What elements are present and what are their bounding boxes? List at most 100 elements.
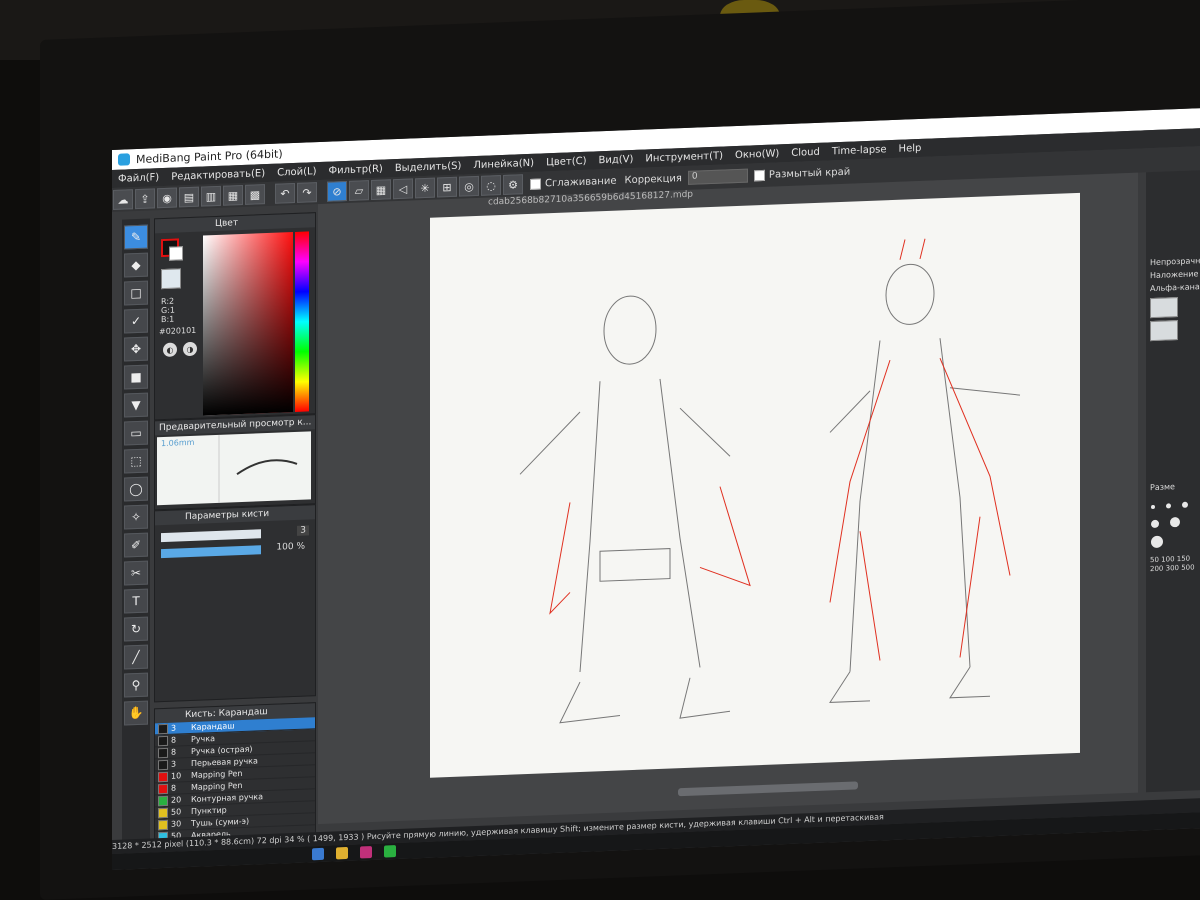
new-file-icon[interactable]: ▤ (179, 186, 199, 208)
snap-cross-icon[interactable]: ▦ (371, 179, 391, 201)
divide-tool-icon[interactable]: ╱ (124, 644, 148, 670)
hand-tool-icon[interactable]: ✋ (124, 700, 148, 726)
brush-preview-area: 1.06mm (157, 431, 311, 506)
edge-icon[interactable] (312, 847, 324, 861)
canvas-horizontal-scrollbar[interactable] (678, 781, 858, 797)
text-tool-icon[interactable]: T (124, 588, 148, 614)
palette-icon[interactable]: ◐ (163, 342, 177, 358)
medibang-icon[interactable] (360, 846, 372, 859)
size-dot[interactable] (1151, 504, 1155, 510)
rgb-readout: R:2 G:1 B:1 (161, 297, 175, 325)
upload-icon[interactable]: ⇪ (135, 188, 155, 210)
folder-icon[interactable] (336, 846, 348, 860)
brush-tool-icon[interactable]: ✎ (124, 224, 148, 250)
eyedropper-tool-icon[interactable]: ⚲ (124, 672, 148, 698)
size-value: 100 (1161, 555, 1175, 564)
snap-vanish-icon[interactable]: ◁ (393, 178, 413, 200)
hue-slider[interactable] (295, 231, 309, 412)
redo-icon[interactable]: ↷ (297, 182, 317, 203)
background-swatch[interactable] (169, 246, 183, 261)
brush-size-value[interactable]: 3 (297, 525, 309, 536)
operation-tool-icon[interactable]: ↻ (124, 616, 148, 642)
gradient-tool-icon[interactable]: ▭ (124, 420, 148, 446)
size-dot[interactable] (1151, 535, 1163, 549)
cloud-icon[interactable]: ☁ (113, 189, 133, 210)
menu-color[interactable]: Цвет(C) (540, 155, 592, 168)
eraser-tool-icon[interactable]: ◆ (124, 252, 148, 278)
right-panel: Непрозрачн Наложение Альфа-кана Разме 50… (1146, 169, 1200, 793)
window-title: MediBang Paint Pro (64bit) (136, 146, 283, 166)
brush-name: Контурная ручка (191, 792, 264, 804)
cursor-coords: ( 1499, 1933 ) (307, 832, 365, 844)
brush-name: Mapping Pen (191, 780, 243, 792)
pen-tool-icon[interactable]: ✓ (124, 308, 148, 334)
menu-window[interactable]: Окно(W) (729, 148, 785, 161)
layer-thumbnail[interactable] (1150, 297, 1178, 319)
save-file-icon[interactable]: ▦ (223, 184, 243, 206)
snap-circle-icon[interactable]: ◎ (459, 175, 479, 197)
brush-color-swatch (158, 735, 168, 746)
brush-color-swatch (158, 747, 168, 758)
select-rect-tool-icon[interactable]: ⬚ (124, 448, 148, 474)
menu-ruler[interactable]: Линейка(N) (467, 157, 540, 171)
menu-layer[interactable]: Слой(L) (271, 165, 322, 179)
antialias-checkbox[interactable] (530, 178, 541, 190)
grid-icon[interactable]: ▩ (245, 184, 265, 205)
brush-size-slider[interactable] (161, 529, 261, 543)
snap-parallel-icon[interactable]: ▱ (349, 180, 369, 201)
menu-view[interactable]: Вид(V) (593, 153, 640, 166)
brush-color-swatch (158, 759, 168, 770)
lasso-tool-icon[interactable]: ◯ (124, 476, 148, 502)
brush-color-swatch (158, 723, 168, 734)
brush-stroke-preview (218, 434, 298, 503)
brush-color-swatch (158, 819, 168, 830)
menu-select[interactable]: Выделить(S) (389, 160, 468, 174)
menu-timelapse[interactable]: Time-lapse (826, 144, 893, 158)
size-value: 300 (1165, 564, 1179, 573)
undo-icon[interactable]: ↶ (275, 182, 295, 204)
size-dot[interactable] (1151, 519, 1159, 529)
saturation-value-picker[interactable] (203, 232, 293, 416)
snap-radial-icon[interactable]: ✳ (415, 177, 435, 199)
brush-name: Mapping Pen (191, 768, 243, 780)
app-green-icon[interactable] (384, 845, 396, 858)
menu-tool[interactable]: Инструмент(T) (639, 150, 729, 164)
transparent-swatch[interactable] (161, 268, 181, 290)
open-file-icon[interactable]: ▥ (201, 185, 221, 207)
menu-file[interactable]: Файл(F) (112, 171, 165, 185)
snap-curve-icon[interactable]: ◌ (481, 175, 501, 196)
eyedropper-mini-icon[interactable]: ◑ (183, 341, 197, 357)
size-dot[interactable] (1170, 516, 1181, 528)
snap-grid-icon[interactable]: ⊞ (437, 176, 457, 198)
select-pen-tool-icon[interactable]: ✐ (124, 532, 148, 558)
move-tool-icon[interactable]: ✥ (124, 336, 148, 362)
magic-wand-tool-icon[interactable]: ✧ (124, 504, 148, 530)
size-value: 500 (1181, 563, 1195, 572)
brush-preview-panel: Предварительный просмотр к... 1.06mm (154, 414, 316, 511)
fill-tool-icon[interactable]: ▼ (124, 392, 148, 418)
antialias-label: Сглаживание (545, 175, 617, 189)
brush-opacity-slider[interactable] (161, 545, 261, 559)
comment-icon[interactable]: ◉ (157, 187, 177, 209)
menu-edit[interactable]: Редактировать(E) (165, 167, 271, 183)
brush-params-panel: Параметры кисти 3 100 % (154, 504, 316, 703)
size-dot[interactable] (1166, 503, 1172, 509)
canvas-physical-size: (110.3 * 88.6cm) (185, 836, 255, 849)
snap-settings-icon[interactable]: ⚙ (503, 174, 523, 195)
blur-edge-checkbox[interactable] (753, 169, 765, 181)
size-dot[interactable] (1182, 501, 1189, 508)
brush-opacity-value: 100 % (276, 541, 305, 553)
shape-tool-icon[interactable]: ■ (124, 364, 148, 390)
select-eraser-tool-icon[interactable]: ✂ (124, 560, 148, 586)
drawing-canvas[interactable] (430, 192, 1080, 778)
layer-thumbnail[interactable] (1150, 320, 1178, 342)
snap-off-icon[interactable]: ⊘ (327, 180, 347, 202)
screen: MediBang Paint Pro (64bit) Файл(F) Редак… (112, 108, 1200, 871)
menu-help[interactable]: Help (893, 142, 928, 154)
menu-cloud[interactable]: Cloud (785, 146, 826, 159)
correction-select[interactable]: 0 (687, 168, 748, 185)
brush-size: 8 (171, 735, 177, 745)
app-icon (118, 153, 130, 166)
menu-filter[interactable]: Фильтр(R) (322, 163, 388, 177)
dot-tool-icon[interactable]: □ (124, 280, 148, 306)
